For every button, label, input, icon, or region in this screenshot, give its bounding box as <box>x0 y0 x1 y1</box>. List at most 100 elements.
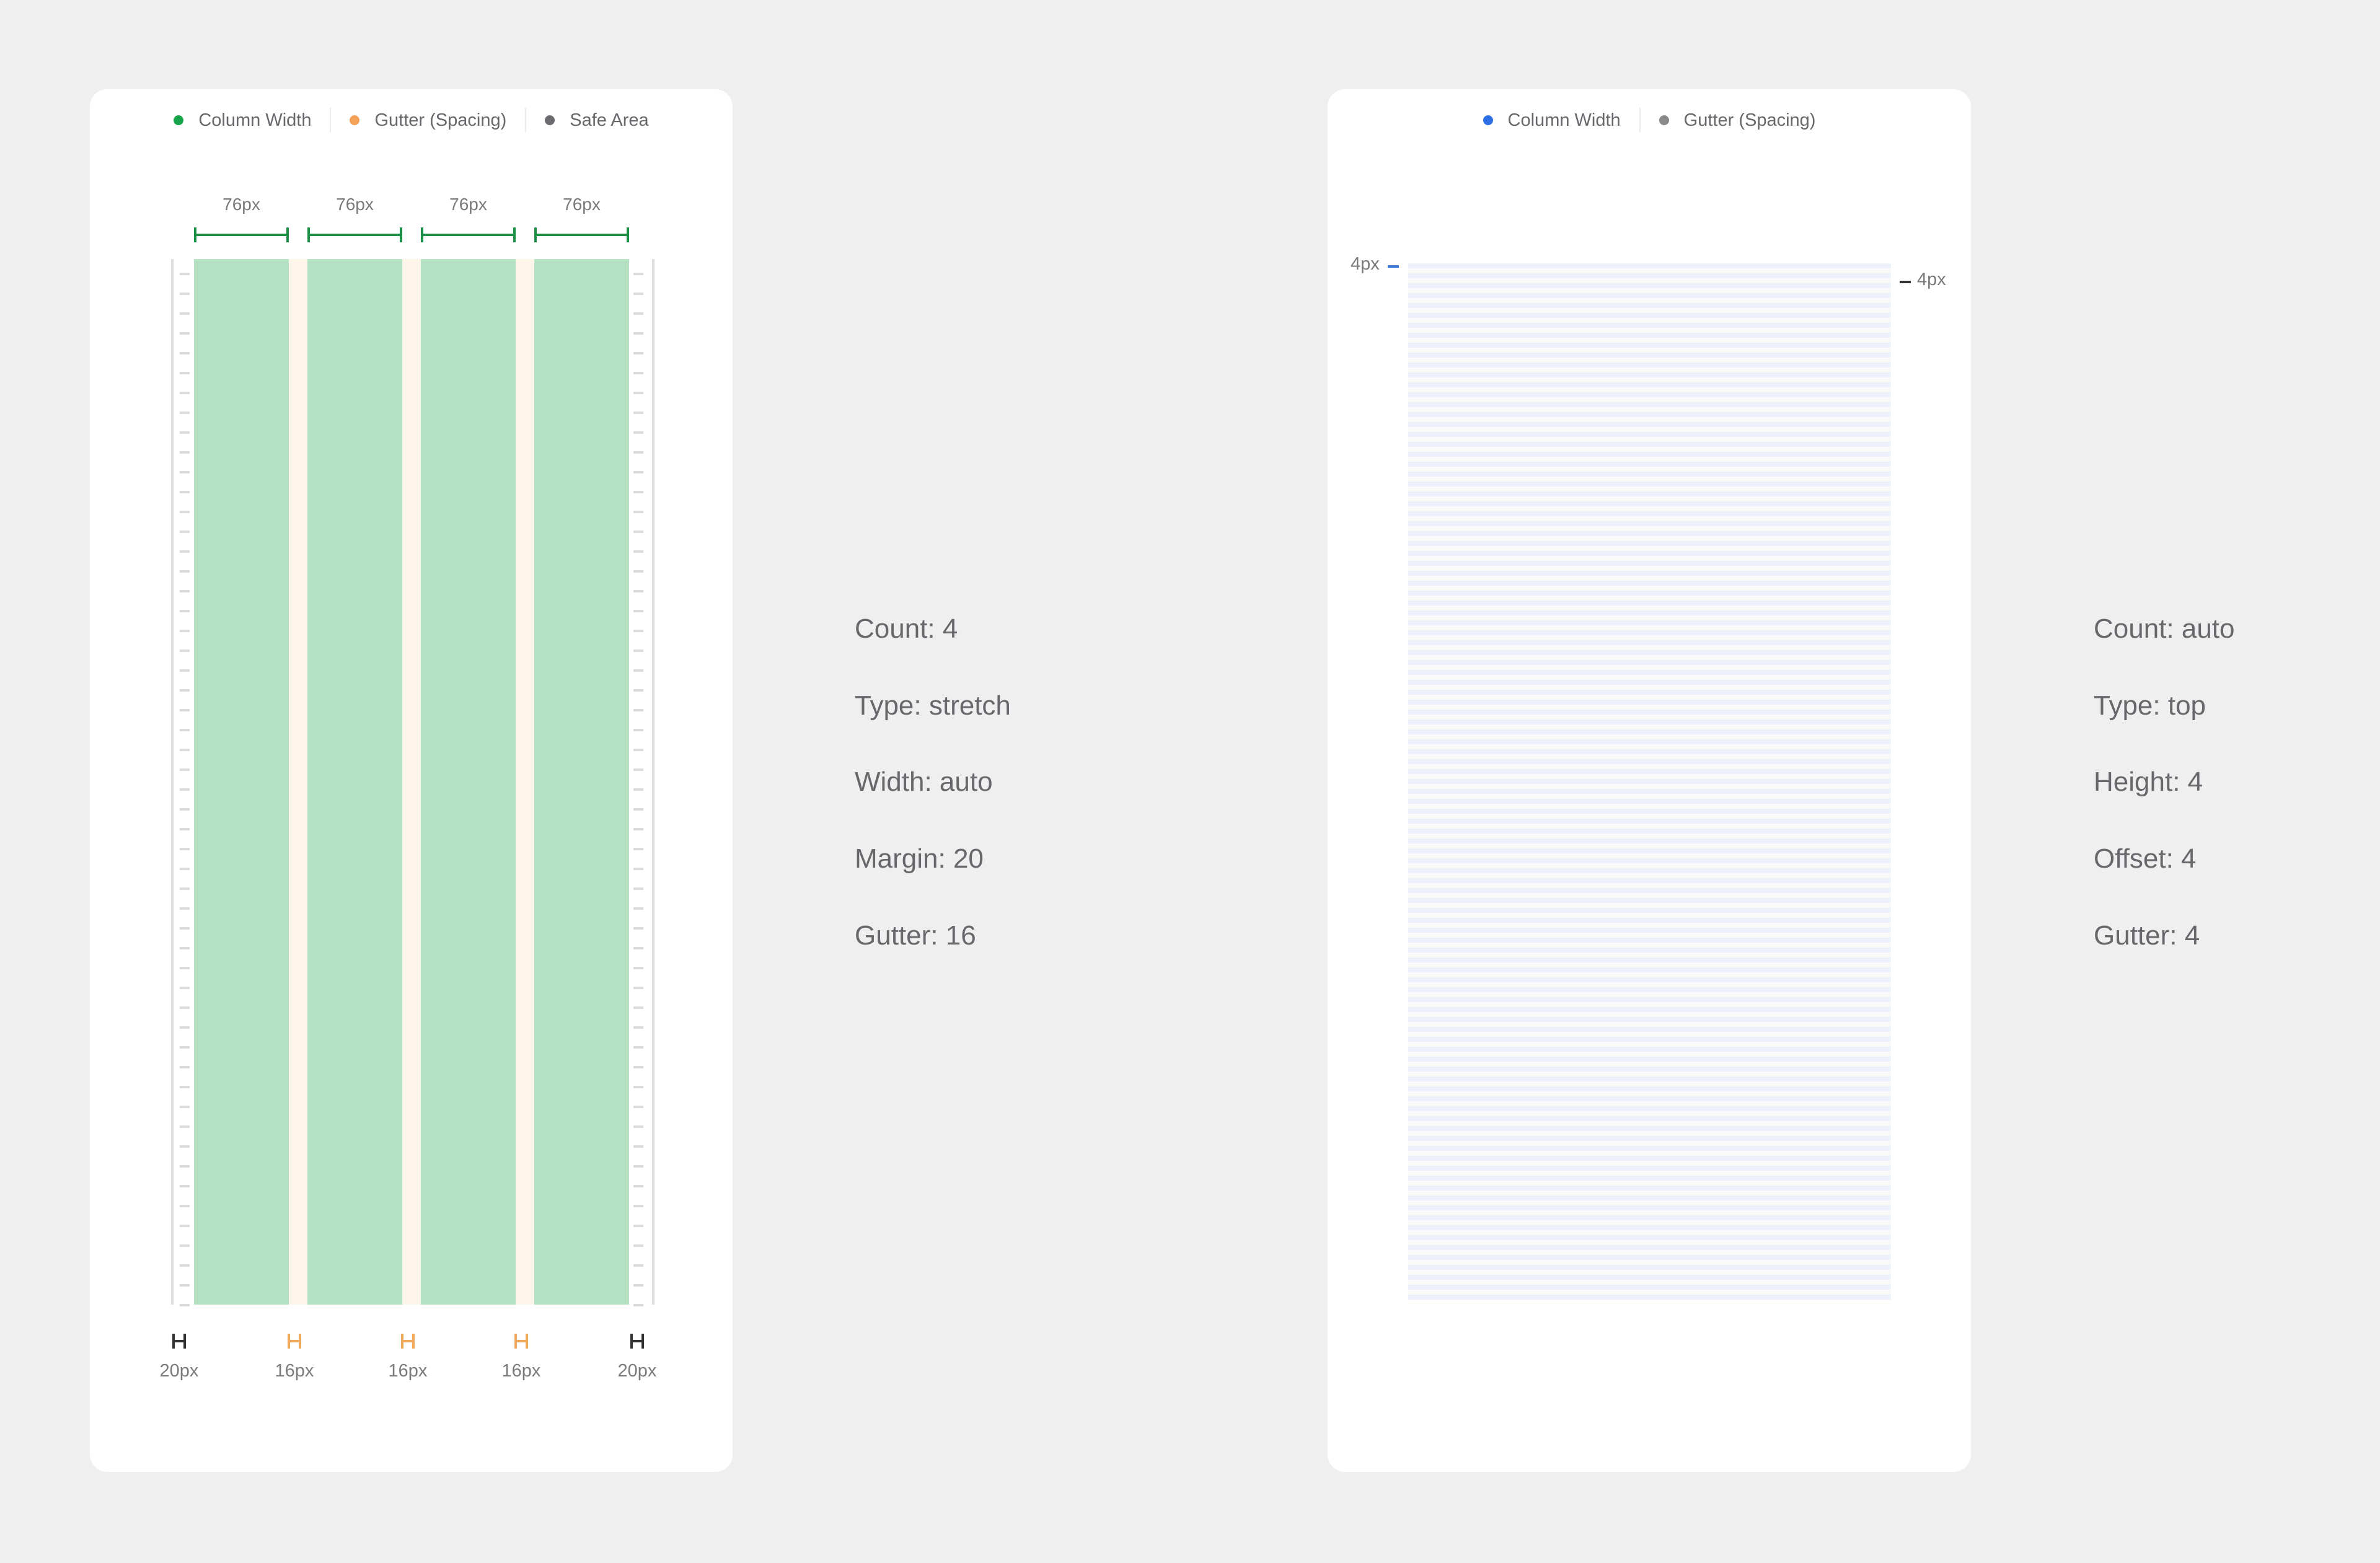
ruler-tick <box>633 1046 643 1049</box>
ruler-tick <box>633 610 643 612</box>
ruler-tick <box>633 590 643 592</box>
legend-label: Gutter (Spacing) <box>374 110 507 130</box>
grid-column <box>307 259 402 1305</box>
legend-item-safe-area: Safe Area <box>526 110 667 131</box>
column-width-label: 76px <box>223 195 260 214</box>
ruler-tick <box>180 907 190 910</box>
ruler-tick <box>180 828 190 830</box>
ruler-tick <box>180 1264 190 1267</box>
ruler-tick <box>633 1244 643 1247</box>
legend: Column Width Gutter (Spacing) Safe Area <box>90 89 733 151</box>
ruler-tick <box>633 768 643 771</box>
safe-area-left-edge <box>171 259 174 1305</box>
row-stripes <box>1408 263 1891 1300</box>
ruler-tick <box>633 1165 643 1168</box>
column-width-dot-icon <box>174 115 184 125</box>
gutter-bracket <box>514 1334 528 1349</box>
ruler-tick <box>180 749 190 751</box>
ruler-tick <box>180 1066 190 1068</box>
ruler-tick <box>180 848 190 850</box>
ruler-tick <box>633 967 643 969</box>
ruler-tick <box>633 669 643 672</box>
row-grid-card: Column Width Gutter (Spacing) 4px 4px <box>1328 89 1971 1472</box>
gutter-dot-icon <box>350 115 360 125</box>
ruler-tick <box>633 1066 643 1068</box>
ruler-tick <box>633 630 643 632</box>
ruler-tick <box>633 1304 643 1306</box>
margin-bracket <box>630 1334 644 1349</box>
ruler-tick <box>633 1145 643 1148</box>
ruler-tick <box>633 947 643 949</box>
column-width-label: 76px <box>336 195 374 214</box>
ruler-tick <box>633 987 643 989</box>
ruler-tick <box>633 868 643 870</box>
spec-height: Height: 4 <box>2094 767 2203 797</box>
ruler-tick <box>180 332 190 335</box>
ruler-tick <box>633 332 643 335</box>
ruler-tick <box>633 649 643 652</box>
ruler-tick <box>633 808 643 811</box>
ruler-tick <box>633 887 643 890</box>
column-width-measure <box>307 227 402 242</box>
ruler-tick <box>180 1284 190 1287</box>
ruler-tick <box>180 1225 190 1227</box>
ruler-tick <box>633 570 643 573</box>
spec-count: Count: auto <box>2094 614 2235 644</box>
ruler-tick <box>180 1026 190 1029</box>
margin-label: 20px <box>617 1361 657 1381</box>
ruler-tick <box>633 531 643 533</box>
gutter-label: 16px <box>388 1361 428 1381</box>
ruler-tick <box>633 927 643 930</box>
ruler-tick <box>633 372 643 374</box>
grid-gutter <box>516 259 534 1305</box>
ruler-tick <box>633 1284 643 1287</box>
offset-marker <box>1388 265 1399 268</box>
offset-label: 4px <box>1351 254 1380 274</box>
grid-column <box>534 259 629 1305</box>
ruler-tick <box>180 550 190 553</box>
height-label: 4px <box>1917 270 1946 289</box>
spec-gutter: Gutter: 4 <box>2094 920 2200 951</box>
ruler-tick <box>180 1046 190 1049</box>
ruler-tick <box>180 729 190 731</box>
column-grid-card: Column Width Gutter (Spacing) Safe Area … <box>90 89 733 1472</box>
ruler-tick <box>180 788 190 791</box>
ruler-tick <box>180 570 190 573</box>
ruler-tick <box>633 749 643 751</box>
legend-item-gutter: Gutter (Spacing) <box>1641 110 1835 131</box>
gutter-label: 16px <box>275 1361 314 1381</box>
ruler-tick <box>180 392 190 394</box>
height-marker <box>1900 281 1911 283</box>
ruler-tick <box>180 868 190 870</box>
legend-label: Column Width <box>198 110 312 130</box>
ruler-tick <box>633 312 643 315</box>
ruler-tick <box>180 372 190 374</box>
ruler-tick <box>180 1086 190 1088</box>
legend-label: Gutter (Spacing) <box>1683 110 1816 130</box>
ruler-tick <box>180 630 190 632</box>
column-width-measure <box>194 227 289 242</box>
gutter-bracket <box>401 1334 415 1349</box>
legend-item-column-width: Column Width <box>155 110 330 131</box>
ruler-tick <box>180 987 190 989</box>
ruler-tick <box>180 451 190 454</box>
spec-type: Type: top <box>2094 690 2206 721</box>
ruler-tick <box>633 293 643 295</box>
ruler-tick <box>633 828 643 830</box>
grid-gutter <box>289 259 307 1305</box>
ruler-tick <box>633 1006 643 1009</box>
ruler-tick <box>180 1125 190 1128</box>
ruler-tick <box>180 293 190 295</box>
ruler-tick <box>633 471 643 473</box>
ruler-tick <box>180 1006 190 1009</box>
ruler-tick <box>633 788 643 791</box>
ruler-tick <box>633 1205 643 1207</box>
ruler-tick <box>180 431 190 434</box>
ruler-tick <box>633 550 643 553</box>
ruler-tick <box>180 1185 190 1187</box>
safe-area-dot-icon <box>545 115 555 125</box>
column-width-dot-icon <box>1483 115 1493 125</box>
safe-area-right-edge <box>652 259 654 1305</box>
column-width-measure <box>534 227 629 242</box>
spec-margin: Margin: 20 <box>855 843 984 874</box>
